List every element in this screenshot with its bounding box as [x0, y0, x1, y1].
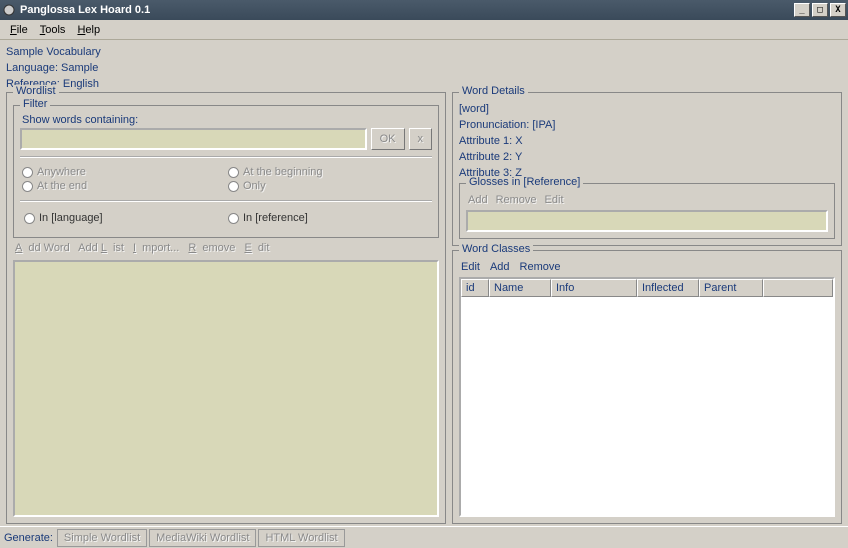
reference-label: Reference: English: [6, 76, 842, 92]
app-icon: [2, 3, 16, 17]
menu-tools[interactable]: Tools: [34, 22, 72, 38]
word-classes-panel: Word Classes Edit Add Remove id Name Inf…: [452, 250, 842, 524]
show-words-label: Show words containing:: [22, 114, 432, 126]
word-details-legend: Word Details: [459, 85, 528, 97]
gen-mediawiki-button[interactable]: MediaWiki Wordlist: [149, 529, 256, 547]
glosses-legend: Glosses in [Reference]: [466, 176, 583, 188]
word-details-panel: Word Details [word] Pronunciation: [IPA]…: [452, 92, 842, 246]
col-name[interactable]: Name: [489, 279, 551, 297]
detail-attr2: Attribute 2: Y: [459, 149, 835, 165]
vocab-title: Sample Vocabulary: [6, 44, 842, 60]
glosses-panel: Glosses in [Reference] Add Remove Edit: [459, 183, 835, 239]
close-button[interactable]: X: [830, 3, 846, 17]
radio-in-language[interactable]: In [language]: [22, 211, 226, 225]
gloss-add[interactable]: Add: [468, 194, 488, 206]
maximize-button[interactable]: □: [812, 3, 828, 17]
minimize-button[interactable]: _: [794, 3, 810, 17]
col-inflected[interactable]: Inflected: [637, 279, 699, 297]
filter-panel: Filter Show words containing: OK x Anywh…: [13, 105, 439, 238]
detail-attr1: Attribute 1: X: [459, 133, 835, 149]
generate-label: Generate:: [4, 532, 53, 544]
wordlist-listbox[interactable]: [13, 260, 439, 517]
menu-help[interactable]: Help: [71, 22, 106, 38]
wc-add[interactable]: Add: [490, 261, 510, 273]
edit-action[interactable]: Edit: [244, 242, 269, 254]
wc-remove[interactable]: Remove: [520, 261, 561, 273]
menubar: File Tools Help: [0, 20, 848, 40]
detail-pronunciation: Pronunciation: [IPA]: [459, 117, 835, 133]
filter-input[interactable]: [20, 128, 367, 150]
radio-anywhere[interactable]: Anywhere: [20, 165, 226, 179]
wc-edit[interactable]: Edit: [461, 261, 480, 273]
col-spacer: [763, 279, 833, 297]
import-action[interactable]: Import...: [133, 242, 179, 254]
filter-ok-button[interactable]: OK: [371, 128, 405, 150]
language-label: Language: Sample: [6, 60, 842, 76]
radio-only[interactable]: Only: [226, 179, 432, 193]
add-list-action[interactable]: Add List: [78, 242, 124, 254]
wordlist-panel: Wordlist Filter Show words containing: O…: [6, 92, 446, 524]
statusbar: Generate: Simple Wordlist MediaWiki Word…: [0, 526, 848, 548]
radio-at-beginning[interactable]: At the beginning: [226, 165, 432, 179]
gloss-edit[interactable]: Edit: [545, 194, 564, 206]
info-area: Sample Vocabulary Language: Sample Refer…: [0, 40, 848, 94]
gen-simple-button[interactable]: Simple Wordlist: [57, 529, 147, 547]
add-word-action[interactable]: Add Word: [15, 242, 70, 254]
col-id[interactable]: id: [461, 279, 489, 297]
filter-legend: Filter: [20, 98, 50, 110]
wordlist-legend: Wordlist: [13, 85, 59, 97]
window-title: Panglossa Lex Hoard 0.1: [20, 4, 792, 16]
filter-clear-button[interactable]: x: [409, 128, 433, 150]
radio-in-reference[interactable]: In [reference]: [226, 211, 430, 225]
glosses-listbox[interactable]: [466, 210, 828, 232]
word-classes-legend: Word Classes: [459, 243, 533, 255]
titlebar: Panglossa Lex Hoard 0.1 _ □ X: [0, 0, 848, 20]
detail-word: [word]: [459, 101, 835, 117]
gen-html-button[interactable]: HTML Wordlist: [258, 529, 344, 547]
wordlist-actions: Add Word Add List Import... Remove Edit: [13, 238, 439, 258]
col-parent[interactable]: Parent: [699, 279, 763, 297]
remove-action[interactable]: Remove: [188, 242, 235, 254]
menu-file[interactable]: File: [4, 22, 34, 38]
col-info[interactable]: Info: [551, 279, 637, 297]
radio-at-end[interactable]: At the end: [20, 179, 226, 193]
gloss-remove[interactable]: Remove: [496, 194, 537, 206]
word-classes-table[interactable]: id Name Info Inflected Parent: [459, 277, 835, 517]
